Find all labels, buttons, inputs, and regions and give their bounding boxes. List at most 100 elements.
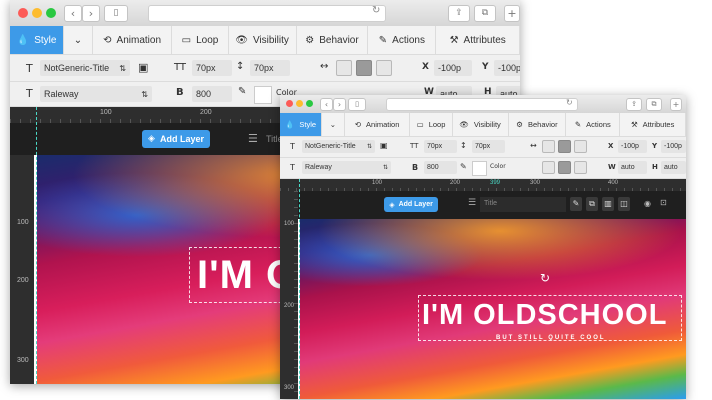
tab-loop[interactable]: ▭ Loop	[410, 113, 453, 136]
align-center-button[interactable]	[558, 140, 571, 153]
tab-attributes[interactable]: ⚒ Attributes	[620, 113, 686, 136]
rotate-handle-icon[interactable]: ↻	[540, 271, 550, 285]
lock-icon[interactable]: ⊡	[660, 198, 667, 207]
valign-bottom-button[interactable]	[574, 161, 587, 174]
layer-title-field[interactable]: Title	[480, 197, 566, 212]
eye-icon[interactable]: ◉	[644, 199, 651, 208]
save-icon[interactable]: ▣	[138, 61, 148, 74]
trash-icon[interactable]: ▥	[602, 197, 614, 211]
ruler-tick-label: 400	[608, 180, 619, 186]
align-right-button[interactable]	[574, 140, 587, 153]
forward-arrow-icon[interactable]: ›	[333, 98, 346, 111]
slide-subtitle-front[interactable]: BUT STILL QUITE COOL	[496, 335, 606, 341]
tab-bar-front: 💧 Style ⌄ ⟲ Animation ▭ Loop 👁 Visibility ⚙ B…	[280, 113, 686, 137]
color-swatch[interactable]	[254, 86, 272, 104]
tab-more[interactable]: ⌄	[322, 113, 345, 136]
tab-attributes[interactable]: ⚒ Attributes	[436, 26, 520, 54]
style-select[interactable]: NotGeneric-Title ⇅	[40, 60, 130, 76]
valign-middle-button[interactable]	[558, 161, 571, 174]
minimize-dot[interactable]	[32, 8, 42, 18]
font-weight-select[interactable]: 800	[424, 161, 457, 174]
x-input[interactable]: -100p	[434, 60, 472, 76]
line-height-input[interactable]: 70px	[472, 140, 505, 153]
back-arrow-icon[interactable]: ‹	[320, 98, 333, 111]
select-arrows-icon: ⇅	[382, 164, 388, 171]
x-input[interactable]: -100p	[618, 140, 647, 153]
tab-animation[interactable]: ⟲ Animation	[345, 113, 411, 136]
tab-style[interactable]: 💧 Style	[280, 113, 323, 136]
sidebar-icon[interactable]: ▯	[104, 5, 128, 22]
tab-actions[interactable]: ✎ Actions	[368, 26, 437, 54]
slide-title-front[interactable]: I'M OLDSCHOOL	[422, 299, 667, 332]
ruler-marker-label: 399	[490, 180, 501, 186]
behavior-icon: ⚙	[305, 34, 315, 46]
duplicate-icon[interactable]: ⧉	[586, 197, 598, 211]
valign-top-button[interactable]	[542, 161, 555, 174]
address-bar[interactable]	[386, 98, 578, 111]
font-size-input[interactable]: 70px	[192, 60, 232, 76]
font-style-icon: T	[290, 142, 295, 151]
reload-icon[interactable]: ↻	[372, 5, 380, 16]
font-size-icon: TT	[174, 62, 187, 73]
align-right-button[interactable]	[376, 60, 392, 76]
tab-behavior[interactable]: ⚙ Behavior	[297, 26, 369, 54]
reload-icon[interactable]: ↻	[566, 98, 573, 107]
forward-arrow-icon[interactable]: ›	[82, 5, 100, 22]
add-layer-button[interactable]: ◈ Add Layer	[142, 130, 210, 148]
maximize-dot[interactable]	[46, 8, 56, 18]
tab-visibility[interactable]: 👁 Visibility	[229, 26, 297, 54]
minimize-dot[interactable]	[296, 100, 303, 107]
ruler-tick-label: 100	[372, 180, 383, 186]
align-center-button[interactable]	[356, 60, 372, 76]
new-tab-icon[interactable]: +	[670, 98, 682, 111]
close-dot[interactable]	[286, 100, 293, 107]
align-left-button[interactable]	[336, 60, 352, 76]
eye-icon: 👁	[459, 120, 469, 129]
height-input[interactable]: auto	[661, 161, 686, 174]
tab-actions[interactable]: ✎ Actions	[566, 113, 621, 136]
y-label: Y	[482, 62, 489, 72]
tab-more[interactable]: ⌄	[64, 26, 93, 54]
width-input[interactable]: auto	[618, 161, 647, 174]
new-tab-icon[interactable]: +	[504, 5, 520, 22]
y-input[interactable]: -100p	[494, 60, 520, 76]
maximize-dot[interactable]	[306, 100, 313, 107]
close-dot[interactable]	[18, 8, 28, 18]
layers-stack-icon[interactable]: ◫	[618, 197, 630, 211]
add-layer-button[interactable]: ◈ Add Layer	[384, 197, 438, 212]
line-height-input[interactable]: 70px	[250, 60, 290, 76]
tools-icon: ⚒	[449, 34, 459, 46]
line-height-icon: ↕	[460, 141, 467, 150]
vertical-ruler-front: 100 200 300	[280, 191, 298, 399]
font-weight-select[interactable]: 800	[192, 86, 232, 102]
tab-animation[interactable]: ⟲ Animation	[93, 26, 173, 54]
list-icon[interactable]: ☰	[468, 198, 476, 208]
share-icon[interactable]: ⇪	[626, 98, 642, 111]
actions-icon: ✎	[574, 120, 582, 129]
font-style-icon: T	[26, 62, 33, 75]
pencil-icon[interactable]: ✎	[460, 162, 467, 171]
sidebar-icon[interactable]: ▯	[348, 98, 366, 111]
y-input[interactable]: -100p	[661, 140, 686, 153]
font-family-select[interactable]: Raleway ⇅	[40, 86, 152, 102]
list-icon[interactable]: ☰	[248, 132, 258, 145]
tabs-icon[interactable]: ⧉	[474, 5, 496, 22]
align-left-button[interactable]	[542, 140, 555, 153]
color-swatch[interactable]	[472, 161, 487, 176]
tabs-icon[interactable]: ⧉	[646, 98, 662, 111]
chevron-down-icon: ⌄	[329, 120, 337, 129]
share-icon[interactable]: ⇪	[448, 5, 470, 22]
pencil-icon[interactable]: ✎	[570, 197, 582, 211]
tab-loop[interactable]: ▭ Loop	[172, 26, 229, 54]
address-bar[interactable]	[148, 5, 386, 22]
font-family-select[interactable]: Raleway ⇅	[302, 161, 391, 174]
style-select[interactable]: NotGeneric-Title ⇅	[302, 140, 375, 153]
back-arrow-icon[interactable]: ‹	[64, 5, 82, 22]
save-icon[interactable]: ▣	[380, 141, 388, 150]
x-label: X	[422, 62, 429, 72]
pencil-icon[interactable]: ✎	[238, 86, 246, 97]
tab-style[interactable]: 💧 Style	[10, 26, 65, 54]
tab-behavior[interactable]: ⚙ Behavior	[509, 113, 567, 136]
font-size-input[interactable]: 70px	[424, 140, 457, 153]
tab-visibility[interactable]: 👁 Visibility	[453, 113, 509, 136]
